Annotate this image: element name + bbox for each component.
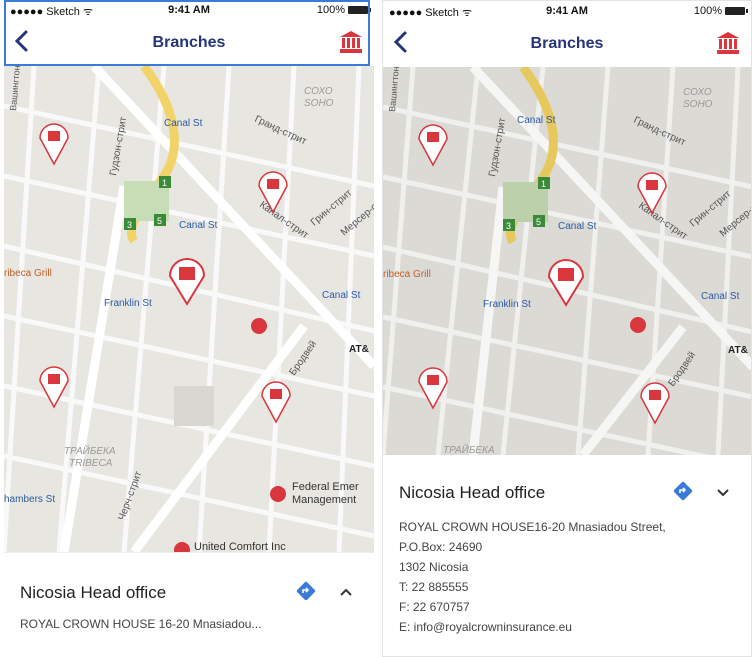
map-label: Canal St: [701, 291, 740, 302]
pobox-line: P.O.Box: 24690: [399, 540, 483, 554]
branch-sheet-collapsed[interactable]: Nicosia Head office ROYAL CROWN HOUSE 16…: [4, 552, 374, 657]
map-label: СОХО: [304, 86, 333, 97]
page-title: Branches: [152, 34, 226, 51]
map-canvas[interactable]: СОХО SOHO Canal St Canal St Canal St Fra…: [4, 62, 374, 558]
map-view[interactable]: СОХО SOHO Canal St Canal St Canal St Fra…: [383, 63, 752, 470]
briefcase-marker-icon[interactable]: [630, 317, 646, 333]
branch-details: ROYAL CROWN HOUSE16-20 Mnasiadou Street,…: [399, 517, 666, 637]
svg-text:1: 1: [541, 179, 546, 189]
svg-text:5: 5: [536, 217, 541, 227]
battery-icon: [348, 6, 371, 14]
directions-icon[interactable]: [673, 481, 693, 501]
map-label: Canal St: [164, 118, 203, 129]
chevron-up-icon[interactable]: [336, 582, 356, 602]
city-line: 1302 Nicosia: [399, 560, 469, 574]
map-label: Franklin St: [483, 299, 531, 310]
page-title: Branches: [530, 35, 604, 52]
map-label: ribeca Grill: [4, 268, 52, 279]
map-label: Management: [292, 494, 356, 506]
nav-bar: Branches: [4, 20, 374, 66]
map-view[interactable]: СОХО SOHO Canal St Canal St Canal St Fra…: [4, 62, 374, 558]
map-label: AT&: [349, 344, 369, 355]
branch-address-preview: ROYAL CROWN HOUSE 16-20 Mnasiadou...: [20, 617, 262, 631]
map-label: ribeca Grill: [383, 269, 431, 280]
fax-line: F: 22 670757: [399, 600, 470, 614]
map-label: Franklin St: [104, 298, 152, 309]
phone-screen-collapsed: ●●●●● Sketch ᯤ 9:41 AM 100% Branches СОХ…: [4, 0, 374, 657]
map-label: ТРАЙБЕКА: [443, 443, 495, 455]
map-label: ТРАЙБЕКА: [64, 444, 116, 457]
bank-icon[interactable]: [715, 30, 741, 56]
branch-name: Nicosia Head office: [399, 483, 546, 502]
branch-name: Nicosia Head office: [20, 583, 167, 602]
nav-bar: Branches: [383, 21, 751, 67]
map-label: United Comfort Inc: [194, 541, 286, 552]
battery-percent: 100%: [316, 4, 345, 16]
map-label: Federal Emer: [292, 481, 359, 493]
map-label: SOHO: [683, 99, 713, 110]
phone-screen-expanded: ●●●●● Sketch ᯤ 9:41 AM 100% Branches СОХ…: [382, 0, 752, 657]
branch-sheet-expanded[interactable]: Nicosia Head office ROYAL CROWN HOUSE16-…: [383, 455, 751, 656]
battery-percent: 100%: [693, 5, 722, 17]
government-marker-icon[interactable]: [270, 486, 286, 502]
map-label: Canal St: [322, 290, 361, 301]
phone-line[interactable]: T: 22 885555: [399, 577, 666, 597]
map-label: AT&: [728, 345, 748, 356]
battery-icon: [725, 7, 748, 15]
status-bar: ●●●●● Sketch ᯤ 9:41 AM 100%: [4, 0, 374, 20]
svg-text:3: 3: [506, 221, 511, 231]
chevron-down-icon[interactable]: [713, 482, 733, 502]
map-label: Canal St: [558, 221, 597, 232]
status-bar: ●●●●● Sketch ᯤ 9:41 AM 100%: [383, 1, 751, 21]
svg-text:1: 1: [162, 178, 167, 188]
map-label: hambers St: [4, 494, 55, 505]
svg-text:5: 5: [157, 216, 162, 226]
svg-text:3: 3: [127, 220, 132, 230]
map-canvas[interactable]: СОХО SOHO Canal St Canal St Canal St Fra…: [383, 63, 752, 470]
briefcase-marker-icon[interactable]: [251, 318, 267, 334]
map-label: Canal St: [517, 115, 556, 126]
bank-icon[interactable]: [338, 29, 364, 55]
email-line[interactable]: E: info@royalcrowninsurance.eu: [399, 617, 666, 637]
address-line: ROYAL CROWN HOUSE16-20 Mnasiadou Street,: [399, 520, 666, 534]
map-label: TRIBECA: [69, 458, 113, 469]
map-label: СОХО: [683, 87, 712, 98]
directions-icon[interactable]: [296, 581, 316, 601]
map-label: SOHO: [304, 98, 334, 109]
map-label: Canal St: [179, 220, 218, 231]
